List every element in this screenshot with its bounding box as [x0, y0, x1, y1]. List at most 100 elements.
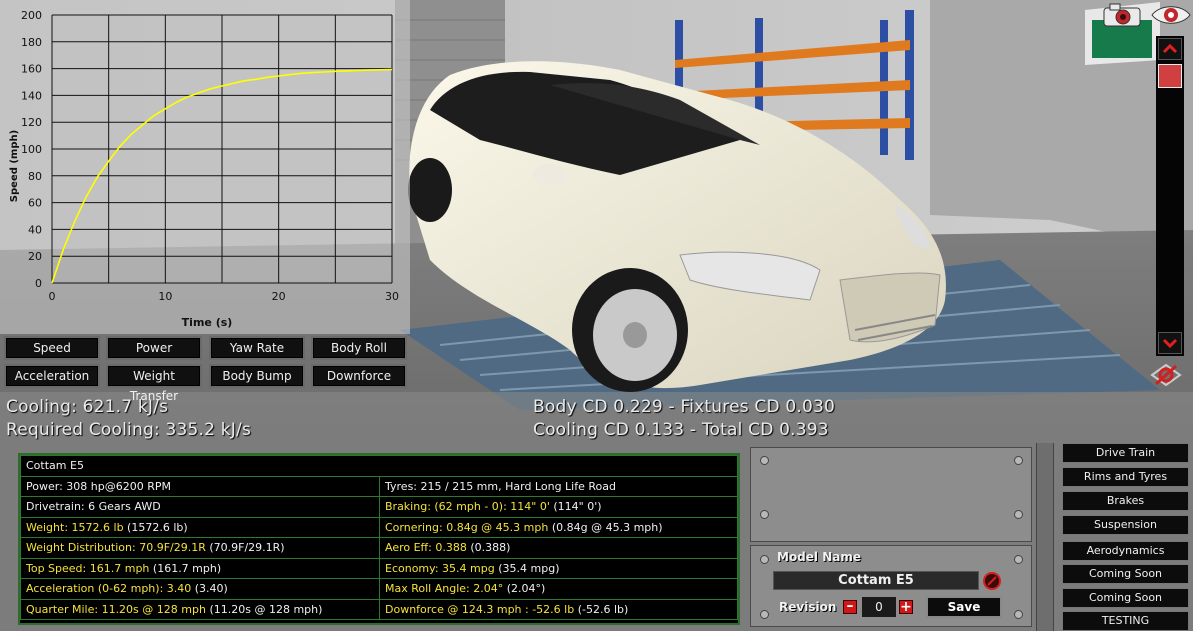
stats-row: Quarter Mile: 11.20s @ 128 mph (11.20s @…	[20, 598, 738, 620]
stats-reference-value: (3.40)	[191, 582, 228, 596]
y-tick-label: 180	[21, 36, 42, 49]
nav-button-testing-7[interactable]: TESTING	[1062, 611, 1189, 631]
stats-cell: Quarter Mile: 11.20s @ 128 mph (11.20s @…	[20, 598, 380, 620]
graph-button-speed[interactable]: Speed	[4, 336, 100, 360]
revision-increment-button[interactable]: +	[899, 600, 913, 614]
x-tick-label: 0	[49, 290, 56, 303]
disable-fixtures-icon[interactable]	[1148, 362, 1184, 388]
stats-row: Drivetrain: 6 Gears AWD Braking: (62 mph …	[20, 496, 738, 518]
stats-value: Braking: (62 mph - 0): 114" 0'	[385, 500, 550, 514]
stats-cell: Braking: (62 mph - 0): 114" 0' (114" 0')	[379, 496, 738, 518]
graph-button-weight-transfer[interactable]: Weight Transfer	[106, 364, 202, 403]
stats-value: Weight: 1572.6 lb	[26, 520, 124, 534]
x-axis-label: Time (s)	[182, 316, 233, 329]
empty-plate	[750, 447, 1032, 542]
clear-name-icon[interactable]	[982, 571, 1002, 591]
nav-button-suspension-3[interactable]: Suspension	[1062, 515, 1189, 535]
stats-cell: Max Roll Angle: 2.04° (2.04°)	[379, 578, 738, 600]
y-tick-label: 60	[28, 197, 42, 210]
stats-row: Top Speed: 161.7 mph (161.7 mph) Economy:…	[20, 557, 738, 579]
stats-reference-value: (11.20s @ 128 mph)	[205, 602, 323, 616]
scroll-down-button[interactable]	[1158, 332, 1182, 354]
x-tick-label: 20	[272, 290, 286, 303]
stats-cell: Aero Eff: 0.388 (0.388)	[379, 537, 738, 559]
stats-value: Aero Eff: 0.388	[385, 541, 467, 555]
scroll-thumb[interactable]	[1158, 64, 1182, 88]
model-name-label: Model Name	[777, 550, 861, 564]
chevron-down-icon	[1162, 338, 1178, 349]
revision-label: Revision	[779, 600, 837, 614]
stats-value: Tyres: 215 / 215 mm, Hard Long Life Road	[385, 479, 616, 493]
cooling-cd-readout: Cooling CD 0.133 - Total CD 0.393	[533, 420, 829, 440]
stats-cell: Drivetrain: 6 Gears AWD	[20, 496, 380, 518]
required-cooling-readout: Required Cooling: 335.2 kJ/s	[6, 420, 251, 440]
y-tick-label: 100	[21, 143, 42, 156]
stats-reference-value: (-52.6 lb)	[574, 602, 629, 616]
nav-button-drive-train-0[interactable]: Drive Train	[1062, 443, 1189, 463]
body-cd-readout: Body CD 0.229 - Fixtures CD 0.030	[533, 397, 836, 417]
stats-value: Top Speed: 161.7 mph	[26, 561, 150, 575]
stats-value: Drivetrain: 6 Gears AWD	[26, 500, 161, 514]
graph-button-downforce[interactable]: Downforce	[311, 364, 407, 388]
bolt	[1014, 510, 1023, 519]
stats-cell: Cornering: 0.84g @ 45.3 mph (0.84g @ 45.…	[379, 516, 738, 538]
save-button[interactable]: Save	[926, 596, 1002, 618]
stats-value: Economy: 35.4 mpg	[385, 561, 495, 575]
stats-reference-value: (35.4 mpg)	[494, 561, 560, 575]
stats-row: Weight: 1572.6 lb (1572.6 lb) Cornering: …	[20, 516, 738, 538]
x-tick-label: 10	[158, 290, 172, 303]
stats-reference-value: (0.388)	[466, 541, 511, 555]
stats-row: Power: 308 hp@6200 RPM Tyres: 215 / 215 m…	[20, 475, 738, 497]
scroll-up-button[interactable]	[1158, 38, 1182, 60]
bolt	[1014, 610, 1023, 619]
model-name-field[interactable]: Cottam E5	[773, 571, 979, 590]
stats-value: Downforce @ 124.3 mph : -52.6 lb	[385, 602, 575, 616]
stats-reference-value: (114" 0')	[549, 500, 602, 514]
chevron-up-icon	[1162, 43, 1178, 54]
bolt	[760, 555, 769, 564]
stats-value: Acceleration (0-62 mph): 3.40	[26, 582, 192, 596]
stats-cell: Acceleration (0-62 mph): 3.40 (3.40)	[20, 578, 380, 600]
stats-value: Quarter Mile: 11.20s @ 128 mph	[26, 602, 206, 616]
graph-button-yaw-rate[interactable]: Yaw Rate	[209, 336, 305, 360]
nav-button-coming-soon-5[interactable]: Coming Soon	[1062, 564, 1189, 584]
stats-cell: Tyres: 215 / 215 mm, Hard Long Life Road	[379, 475, 738, 497]
revision-decrement-button[interactable]: –	[843, 599, 857, 614]
camera-zoom-scrollbar[interactable]	[1156, 36, 1184, 356]
nav-button-aerodynamics-4[interactable]: Aerodynamics	[1062, 541, 1189, 561]
stats-title-row: Cottam E5	[20, 455, 738, 477]
y-tick-label: 80	[28, 170, 42, 183]
y-tick-label: 40	[28, 223, 42, 236]
y-tick-label: 20	[28, 250, 42, 263]
y-axis-label: Speed (mph)	[9, 130, 20, 202]
nav-button-brakes-2[interactable]: Brakes	[1062, 491, 1189, 511]
stats-value: Max Roll Angle: 2.04°	[385, 582, 504, 596]
graph-button-acceleration[interactable]: Acceleration	[4, 364, 100, 388]
revision-value: 0	[862, 597, 896, 617]
stats-cell: Weight Distribution: 70.9F/29.1R (70.9F/…	[20, 537, 380, 559]
graph-button-power[interactable]: Power	[106, 336, 202, 360]
eye-icon[interactable]	[1150, 2, 1192, 28]
nav-button-coming-soon-6[interactable]: Coming Soon	[1062, 588, 1189, 608]
camera-icon[interactable]	[1102, 2, 1142, 28]
y-tick-label: 160	[21, 63, 42, 76]
graph-button-body-roll[interactable]: Body Roll	[311, 336, 407, 360]
graph-button-body-bump[interactable]: Body Bump	[209, 364, 305, 388]
stats-value: Weight Distribution: 70.9F/29.1R	[26, 541, 206, 555]
cooling-readout: Cooling: 621.7 kJ/s	[6, 397, 169, 417]
speed-chart-panel: 0 10 20 30 0 20 40 60 80 100 120 140 160 180 200 Time…	[0, 0, 410, 334]
stats-reference-value: (161.7 mph)	[149, 561, 222, 575]
y-tick-label: 200	[21, 9, 42, 22]
stats-value: Power: 308 hp@6200 RPM	[26, 479, 171, 493]
speed-chart: 0 10 20 30 0 20 40 60 80 100 120 140 160 180 200 Time…	[9, 9, 399, 329]
bolt	[760, 510, 769, 519]
nav-button-rims-and-tyres-1[interactable]: Rims and Tyres	[1062, 467, 1189, 487]
panel-divider	[1036, 443, 1054, 631]
stats-reference-value: (0.84g @ 45.3 mph)	[548, 520, 663, 534]
car-stats-panel: Cottam E5 Power: 308 hp@6200 RPM Tyres: 2…	[18, 453, 740, 625]
bolt	[1014, 555, 1023, 564]
stats-row: Weight Distribution: 70.9F/29.1R (70.9F/…	[20, 537, 738, 559]
bolt	[1014, 456, 1023, 465]
y-tick-label: 120	[21, 116, 42, 129]
y-tick-label: 0	[35, 277, 42, 290]
